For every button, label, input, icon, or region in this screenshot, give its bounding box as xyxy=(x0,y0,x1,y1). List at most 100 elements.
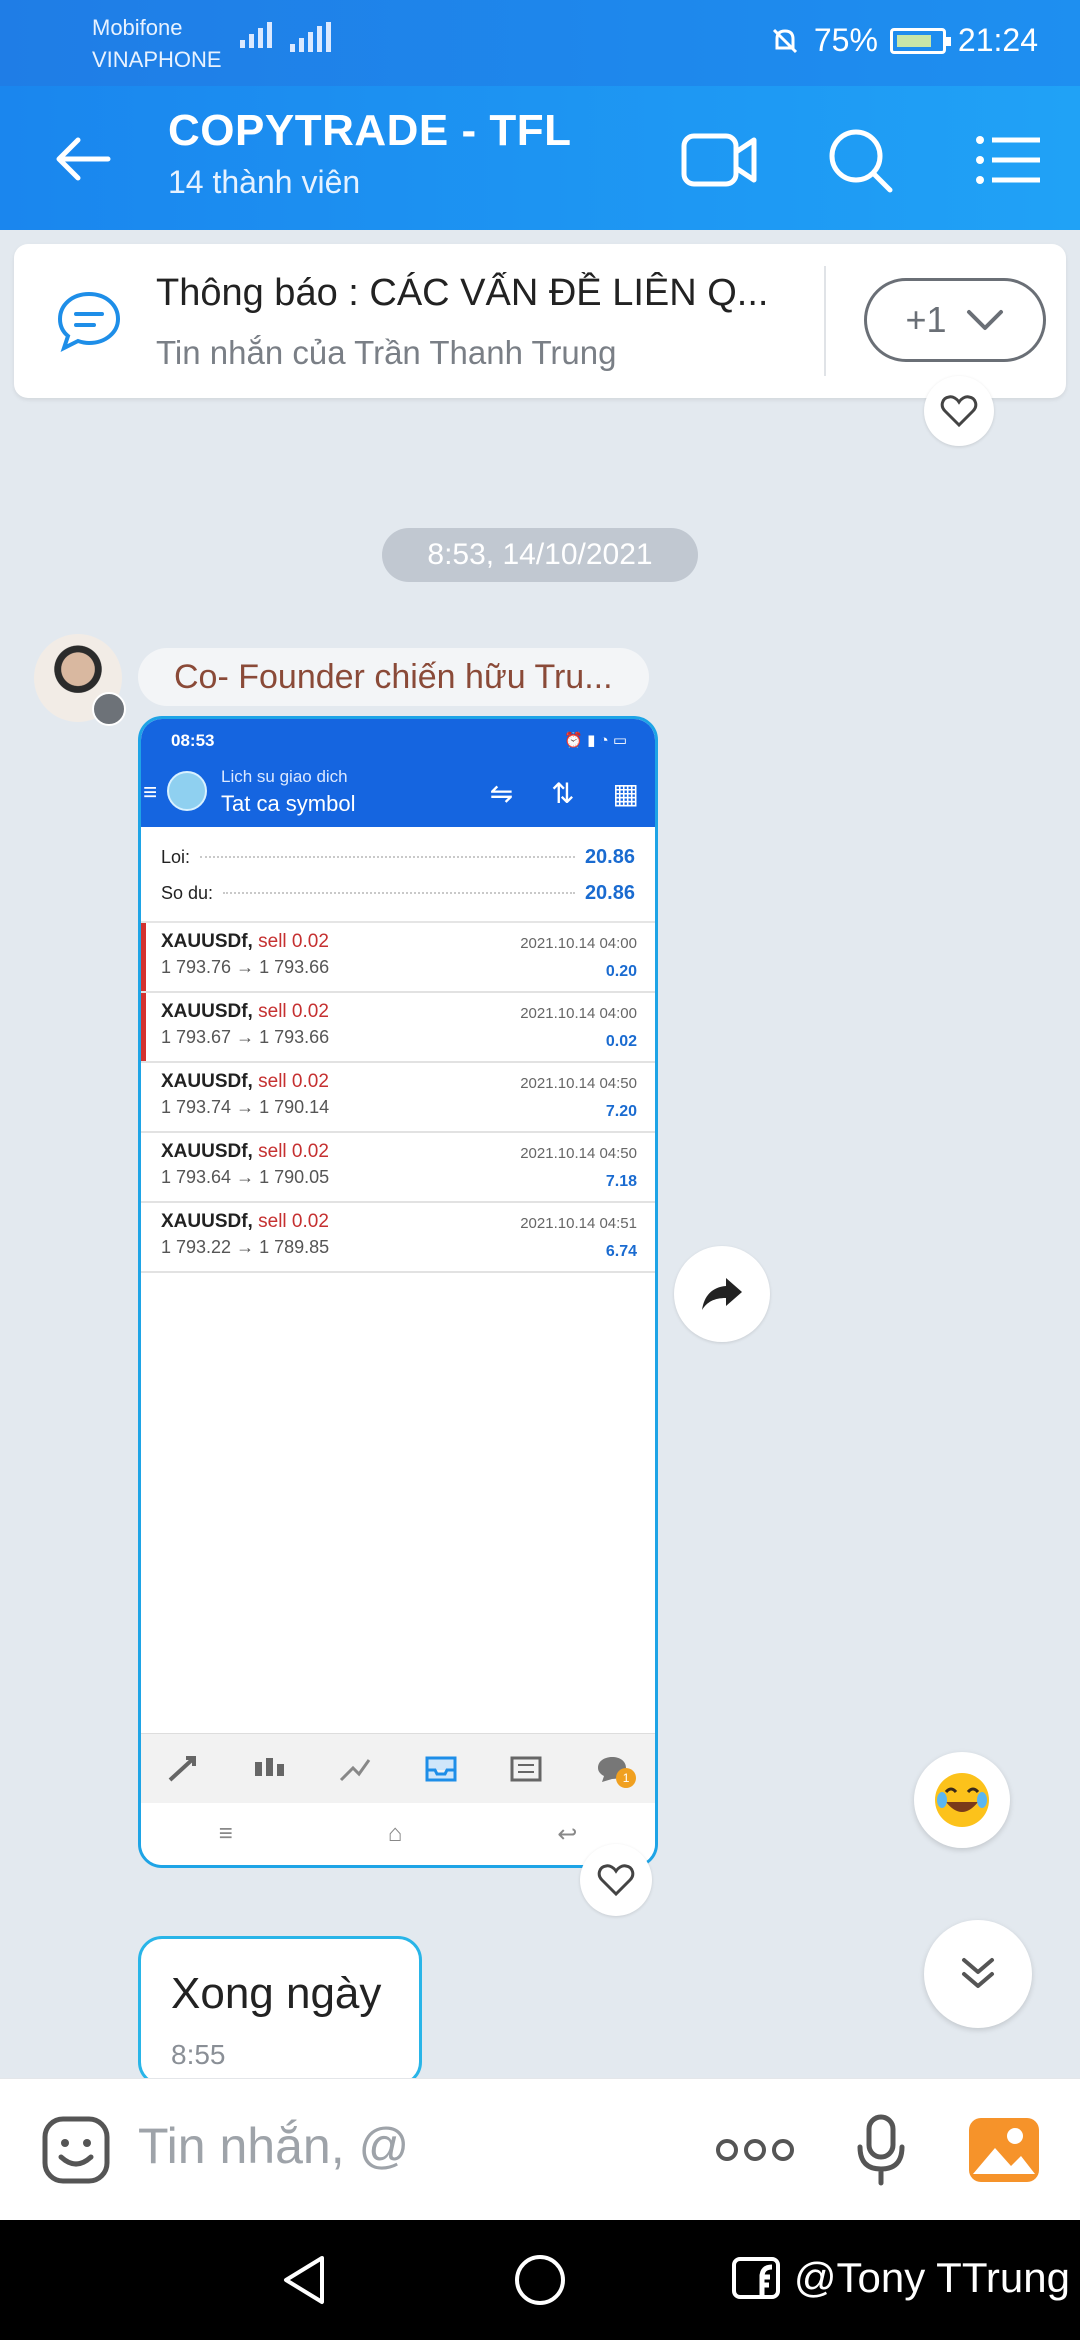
ellipsis-icon xyxy=(716,2139,794,2161)
menu-list-icon[interactable] xyxy=(968,122,1048,198)
member-count[interactable]: 14 thành viên xyxy=(168,164,360,201)
message-input-bar: Tin nhắn, @ xyxy=(0,2078,1080,2220)
video-call-icon[interactable] xyxy=(680,122,760,198)
loi-row: Loi: 20.86 xyxy=(161,839,635,875)
shot-status-icons: ⏰ ▮ ◔ ▭ xyxy=(564,732,627,749)
date-separator: 8:53, 14/10/2021 xyxy=(382,528,698,582)
voice-button[interactable] xyxy=(846,2113,916,2187)
trade-profit: 7.18 xyxy=(605,1173,637,1190)
mute-bell-icon xyxy=(772,28,797,53)
battery-percent: 75% xyxy=(813,22,878,58)
sticker-icon xyxy=(42,2116,110,2184)
sodu-row: So du: 20.86 xyxy=(161,875,635,911)
news-tab-icon xyxy=(506,1752,546,1786)
trade-price: 1 793.76 → 1 793.66 xyxy=(161,957,330,977)
shot-header: 08:53 ⏰ ▮ ◔ ▭ ≡ Lich su giao dich Tat ca… xyxy=(141,719,655,827)
pinned-subtitle: Tin nhắn của Trần Thanh Trung xyxy=(156,334,617,371)
trade-profit: 7.20 xyxy=(605,1103,637,1120)
trade-price: 1 793.67 → 1 793.66 xyxy=(161,1027,330,1047)
image-icon xyxy=(969,2118,1039,2182)
key-badge-icon xyxy=(92,692,126,726)
trade-tab-icon xyxy=(164,1752,204,1786)
loi-value: 20.86 xyxy=(584,845,635,868)
messages-tab-icon: 1 xyxy=(592,1752,637,1788)
pinned-count: +1 xyxy=(905,299,947,340)
search-icon[interactable] xyxy=(822,122,902,198)
more-options-button[interactable] xyxy=(710,2113,800,2187)
message-input[interactable]: Tin nhắn, @ xyxy=(138,2117,409,2175)
avatar[interactable] xyxy=(34,634,126,726)
shot-toolbar: ⇋ ⇅ ▦ xyxy=(490,777,639,810)
trade-list: XAUUSDf, sell 0.02 1 793.76 → 1 793.66 2… xyxy=(141,923,655,1273)
trade-price: 1 793.22 → 1 789.85 xyxy=(161,1237,330,1257)
sender-name[interactable]: Co- Founder chiến hữu Tru... xyxy=(138,648,649,706)
facebook-logo-icon xyxy=(731,2257,780,2299)
loi-label: Loi: xyxy=(161,846,191,867)
carrier-names: Mobifone VINAPHONE xyxy=(92,12,222,76)
group-title[interactable]: COPYTRADE - TFL xyxy=(168,106,571,156)
trade-row: XAUUSDf, sell 0.02 1 793.64 → 1 790.05 2… xyxy=(141,1133,655,1203)
trade-price: 1 793.64 → 1 790.05 xyxy=(161,1167,330,1187)
sort-icon: ⇅ xyxy=(551,778,575,809)
double-chevron-down-icon xyxy=(962,1958,994,1988)
pinned-message-banner[interactable]: Thông báo : CÁC VẤN ĐỀ LIÊN Q... Tin nhắ… xyxy=(14,244,1066,398)
shared-image[interactable]: 08:53 ⏰ ▮ ◔ ▭ ≡ Lich su giao dich Tat ca… xyxy=(138,716,658,1868)
trade-profit: 0.20 xyxy=(605,963,637,980)
laughing-emoji-icon xyxy=(935,1773,989,1827)
trade-symbol: XAUUSDf, xyxy=(161,1211,253,1232)
forward-button[interactable] xyxy=(674,1246,770,1342)
trade-time: 2021.10.14 04:00 xyxy=(520,1005,637,1022)
chat-header: COPYTRADE - TFL 14 thành viên xyxy=(0,86,1080,230)
carrier-2: VINAPHONE xyxy=(92,47,222,72)
summary: Loi: 20.86 So du: 20.86 xyxy=(141,827,655,923)
gallery-button[interactable] xyxy=(966,2113,1042,2187)
shot-back-nav-icon: ↩ xyxy=(557,1820,578,1848)
trade-side: sell 0.02 xyxy=(258,1071,329,1092)
shot-menu-nav-icon: ≡ xyxy=(218,1820,233,1847)
trade-price: 1 793.74 → 1 790.14 xyxy=(161,1097,330,1117)
signal-icon xyxy=(240,22,272,48)
message-time: 8:55 xyxy=(171,2039,226,2070)
divider xyxy=(824,266,826,376)
trade-row: XAUUSDf, sell 0.02 1 793.22 → 1 789.85 2… xyxy=(141,1203,655,1273)
history-tab-icon xyxy=(421,1752,461,1786)
trade-side: sell 0.02 xyxy=(258,1001,329,1022)
quotes-tab-icon xyxy=(335,1752,375,1786)
home-circle-icon[interactable] xyxy=(510,2250,570,2310)
trade-row: XAUUSDf, sell 0.02 1 793.76 → 1 793.66 2… xyxy=(141,923,655,993)
status-right: 75% 21:24 xyxy=(768,22,1038,59)
status-bar: Mobifone VINAPHONE 75% 21:24 xyxy=(0,0,1080,86)
shot-header-line1: Lich su giao dich xyxy=(221,767,348,786)
trade-symbol: XAUUSDf, xyxy=(161,1001,253,1022)
watermark: @Tony TTrung xyxy=(731,2254,1070,2302)
back-triangle-icon[interactable] xyxy=(276,2250,336,2310)
chart-tab-icon xyxy=(249,1752,289,1786)
battery-icon xyxy=(889,27,951,54)
message-bubble[interactable]: Xong ngày 8:55 xyxy=(138,1936,422,2086)
trade-row: XAUUSDf, sell 0.02 1 793.74 → 1 790.14 2… xyxy=(141,1063,655,1133)
back-arrow-icon[interactable] xyxy=(48,124,118,194)
microphone-icon xyxy=(857,2114,905,2186)
shot-nav-bar: ≡ ⌂ ↩ xyxy=(141,1803,655,1865)
carrier-1: Mobifone xyxy=(92,15,183,40)
trade-symbol: XAUUSDf, xyxy=(161,931,253,952)
shot-menu-icon: ≡ xyxy=(143,779,158,806)
currency-icon: ⇋ xyxy=(489,778,514,809)
sticker-button[interactable] xyxy=(36,2113,116,2187)
expand-pinned-button[interactable]: +1 xyxy=(864,278,1046,362)
message-text: Xong ngày xyxy=(171,1969,382,2018)
trade-side: sell 0.02 xyxy=(258,1141,329,1162)
sodu-value: 20.86 xyxy=(584,881,635,904)
emoji-reaction-button[interactable] xyxy=(914,1752,1010,1848)
trade-row: XAUUSDf, sell 0.02 1 793.67 → 1 793.66 2… xyxy=(141,993,655,1063)
chat-bubble-icon xyxy=(57,291,121,352)
app-logo-icon xyxy=(167,771,207,811)
trade-time: 2021.10.14 04:50 xyxy=(520,1145,637,1162)
heart-react-button[interactable] xyxy=(580,1844,652,1916)
heart-react-button-top[interactable] xyxy=(924,376,994,446)
trade-time: 2021.10.14 04:51 xyxy=(520,1215,637,1232)
pinned-title: Thông báo : CÁC VẤN ĐỀ LIÊN Q... xyxy=(156,272,769,314)
trade-symbol: XAUUSDf, xyxy=(161,1141,253,1162)
scroll-down-button[interactable] xyxy=(924,1920,1032,2028)
shot-status-time: 08:53 xyxy=(171,731,215,750)
